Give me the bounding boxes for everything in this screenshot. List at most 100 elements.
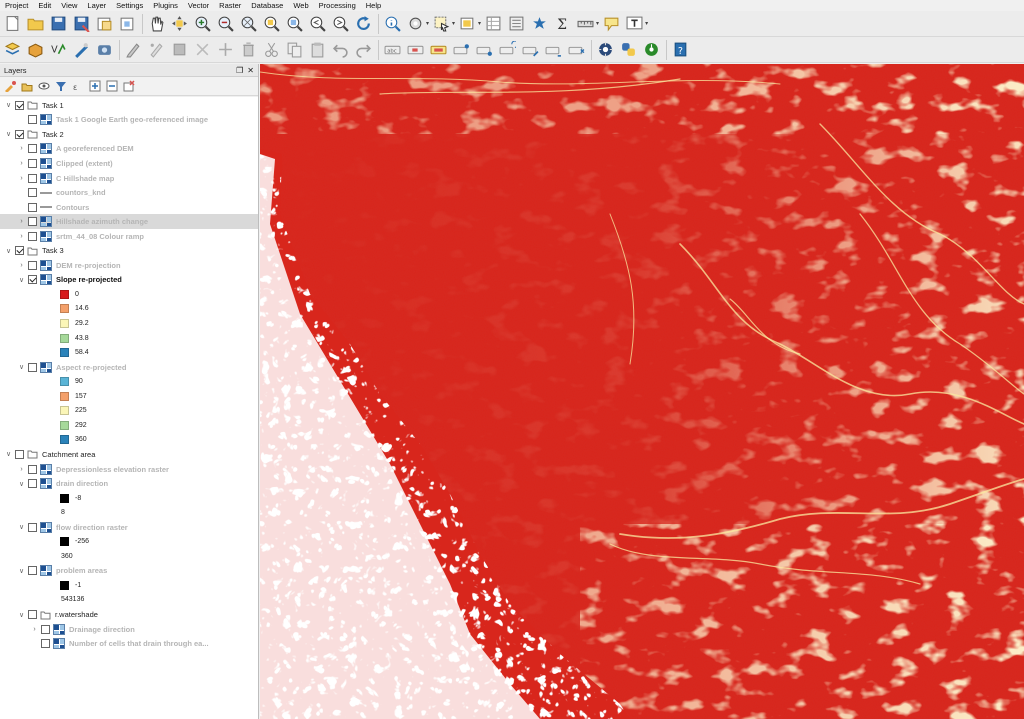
- print-composer-button[interactable]: [95, 14, 114, 34]
- visibility-checkbox[interactable]: [15, 100, 24, 110]
- visibility-checkbox[interactable]: [41, 639, 50, 649]
- label-show-button[interactable]: [475, 40, 494, 60]
- move-feature-button[interactable]: [216, 40, 235, 60]
- zoom-to-selection-button[interactable]: [262, 14, 281, 34]
- map-tips-button[interactable]: [602, 14, 621, 34]
- node-tool-button[interactable]: [147, 40, 166, 60]
- field-calculator-button[interactable]: [507, 14, 526, 34]
- save-edits-button[interactable]: [170, 40, 189, 60]
- add-raster-button[interactable]: V: [49, 40, 68, 60]
- undock-panel-icon[interactable]: ❐: [236, 66, 243, 75]
- layer-item[interactable]: Number of cells that drain through ea...: [0, 636, 258, 651]
- dropdown-arrow-icon[interactable]: ▾: [645, 20, 648, 27]
- label-change-button[interactable]: [521, 40, 540, 60]
- zoom-full-button[interactable]: [239, 14, 258, 34]
- open-styling-icon[interactable]: [2, 79, 17, 94]
- layer-item[interactable]: › C Hillshade map: [0, 171, 258, 186]
- visibility-checkbox[interactable]: [28, 144, 37, 154]
- layer-item[interactable]: ∨ problem areas: [0, 564, 258, 579]
- menu-help[interactable]: Help: [361, 0, 386, 11]
- statistics-button[interactable]: [530, 14, 549, 34]
- layer-item[interactable]: › srtm_44_08 Colour ramp: [0, 229, 258, 244]
- pan-to-selection-button[interactable]: [170, 14, 189, 34]
- visibility-checkbox[interactable]: [28, 566, 37, 576]
- layer-group[interactable]: ∨ r.watershade: [0, 607, 258, 622]
- redo-button[interactable]: [354, 40, 373, 60]
- visibility-checkbox[interactable]: [28, 464, 37, 474]
- filter-expression-icon[interactable]: ε: [70, 79, 85, 94]
- measure-button[interactable]: [576, 14, 595, 34]
- menu-plugins[interactable]: Plugins: [148, 0, 183, 11]
- collapse-arrow-icon[interactable]: ∨: [17, 609, 26, 621]
- map-canvas[interactable]: [260, 64, 1024, 719]
- metasearch-button[interactable]: [642, 40, 661, 60]
- layer-group[interactable]: ∨ Task 1: [0, 98, 258, 113]
- layer-item[interactable]: › Depressionless elevation raster: [0, 462, 258, 477]
- select-button[interactable]: [432, 14, 451, 34]
- expand-arrow-icon[interactable]: ›: [17, 230, 26, 242]
- data-source-manager-button[interactable]: [3, 40, 22, 60]
- python-console-button[interactable]: [619, 40, 638, 60]
- visibility-checkbox[interactable]: [28, 362, 37, 372]
- menu-vector[interactable]: Vector: [183, 0, 214, 11]
- expand-arrow-icon[interactable]: ›: [17, 157, 26, 169]
- dropdown-arrow-icon[interactable]: ▾: [452, 20, 455, 27]
- visibility-checkbox[interactable]: [28, 522, 37, 532]
- zoom-in-button[interactable]: [193, 14, 212, 34]
- collapse-arrow-icon[interactable]: ∨: [17, 565, 26, 577]
- expand-all-icon[interactable]: [87, 79, 102, 94]
- text-annotation-button[interactable]: [625, 14, 644, 34]
- dropdown-arrow-icon[interactable]: ▾: [478, 20, 481, 27]
- menu-raster[interactable]: Raster: [214, 0, 246, 11]
- collapse-all-icon[interactable]: [104, 79, 119, 94]
- layer-item[interactable]: › Hillshade azimuth change: [0, 214, 258, 229]
- label-move-button[interactable]: [406, 40, 425, 60]
- collapse-arrow-icon[interactable]: ∨: [17, 361, 26, 373]
- visibility-checkbox[interactable]: [28, 173, 37, 183]
- open-project-button[interactable]: [26, 14, 45, 34]
- manage-visibility-icon[interactable]: [36, 79, 51, 94]
- copy-button[interactable]: [285, 40, 304, 60]
- paste-button[interactable]: [308, 40, 327, 60]
- layer-item[interactable]: › Drainage direction: [0, 622, 258, 637]
- label-pin-button[interactable]: [452, 40, 471, 60]
- save-as-button[interactable]: [72, 14, 91, 34]
- layer-item[interactable]: › DEM re-projection: [0, 258, 258, 273]
- collapse-arrow-icon[interactable]: ∨: [4, 128, 13, 140]
- menu-edit[interactable]: Edit: [33, 0, 56, 11]
- visibility-checkbox[interactable]: [28, 188, 37, 198]
- visibility-checkbox[interactable]: [28, 202, 37, 212]
- layer-group[interactable]: ∨ Task 2: [0, 127, 258, 142]
- undo-button[interactable]: [331, 40, 350, 60]
- zoom-out-button[interactable]: [216, 14, 235, 34]
- label-style-button[interactable]: [429, 40, 448, 60]
- remove-layer-icon[interactable]: [121, 79, 136, 94]
- layer-item[interactable]: ∨ drain direction: [0, 476, 258, 491]
- add-wms-button[interactable]: [95, 40, 114, 60]
- action-button[interactable]: [406, 14, 425, 34]
- edit-pencil-button[interactable]: [124, 40, 143, 60]
- gps-button[interactable]: [596, 40, 615, 60]
- zoom-last-button[interactable]: [308, 14, 327, 34]
- collapse-arrow-icon[interactable]: ∨: [17, 521, 26, 533]
- identify-button[interactable]: [383, 14, 402, 34]
- dropdown-arrow-icon[interactable]: ▾: [426, 20, 429, 27]
- open-attribute-table-button[interactable]: [484, 14, 503, 34]
- layer-item[interactable]: ∨ Aspect re-projected: [0, 360, 258, 375]
- expand-arrow-icon[interactable]: ›: [17, 143, 26, 155]
- collapse-arrow-icon[interactable]: ∨: [4, 245, 13, 257]
- delete-button[interactable]: [239, 40, 258, 60]
- layer-group[interactable]: ∨ Catchment area: [0, 447, 258, 462]
- refresh-button[interactable]: [354, 14, 373, 34]
- menu-settings[interactable]: Settings: [111, 0, 148, 11]
- expand-arrow-icon[interactable]: ›: [17, 216, 26, 228]
- visibility-checkbox[interactable]: [28, 610, 37, 620]
- visibility-checkbox[interactable]: [28, 275, 37, 285]
- expand-arrow-icon[interactable]: ›: [17, 172, 26, 184]
- help-button[interactable]: ?: [671, 40, 690, 60]
- composer-manager-button[interactable]: [118, 14, 137, 34]
- label-button[interactable]: abc: [383, 40, 402, 60]
- collapse-arrow-icon[interactable]: ∨: [17, 274, 26, 286]
- layer-item[interactable]: › Clipped (extent): [0, 156, 258, 171]
- collapse-arrow-icon[interactable]: ∨: [4, 448, 13, 460]
